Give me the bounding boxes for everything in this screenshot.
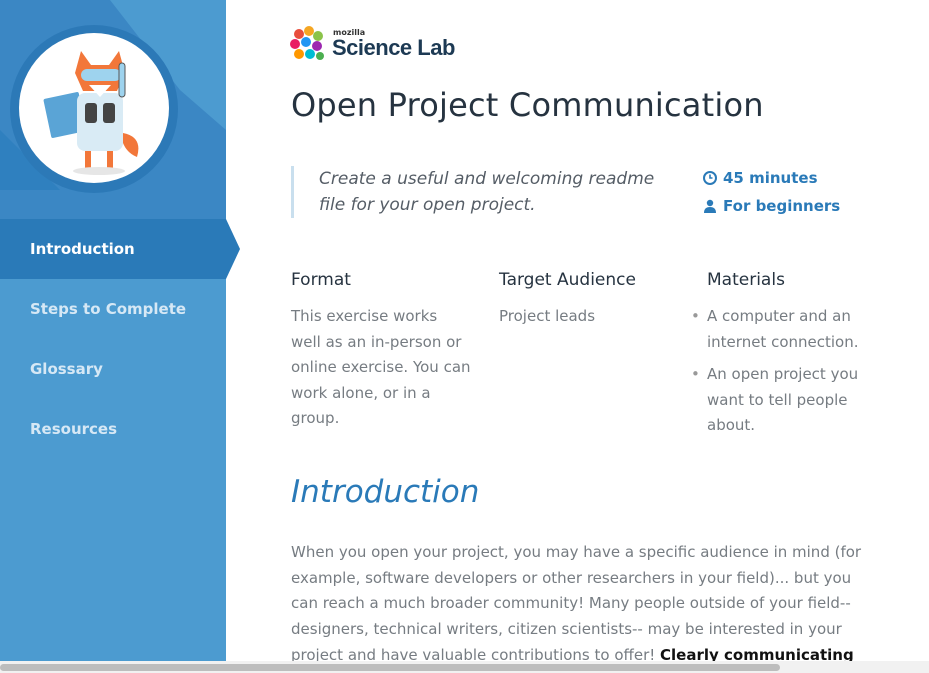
- audience-heading: Target Audience: [499, 270, 636, 290]
- horizontal-scrollbar[interactable]: [0, 661, 929, 673]
- main-content: mozilla Science Lab Open Project Communi…: [226, 0, 929, 661]
- introduction-text: When you open your project, you may have…: [291, 540, 871, 661]
- sidebar: Introduction Steps to Complete Glossary …: [0, 0, 240, 661]
- nav-item-steps-to-complete[interactable]: Steps to Complete: [0, 279, 240, 339]
- nav-item-resources[interactable]: Resources: [0, 399, 240, 459]
- user-icon: [704, 199, 716, 213]
- introduction-body: When you open your project, you may have…: [291, 543, 862, 661]
- logo-name-text: Science Lab: [332, 35, 455, 60]
- audience-body: Project leads: [499, 307, 596, 325]
- materials-column: Materials A computer and an internet con…: [691, 270, 881, 446]
- nav-item-introduction[interactable]: Introduction: [0, 219, 240, 279]
- duration-meta: 45 minutes: [703, 164, 840, 192]
- materials-heading: Materials: [707, 270, 785, 290]
- clock-icon: [703, 171, 717, 185]
- nav-item-glossary[interactable]: Glossary: [0, 339, 240, 399]
- audience-column: Target Audience Project leads: [499, 270, 679, 330]
- format-heading: Format: [291, 270, 351, 290]
- level-text: For beginners: [723, 197, 841, 215]
- scrollbar-thumb[interactable]: [0, 664, 780, 671]
- level-meta: For beginners: [703, 192, 840, 220]
- list-item: A computer and an internet connection.: [691, 304, 881, 355]
- materials-list: A computer and an internet connection. A…: [691, 304, 881, 439]
- sidebar-nav: Introduction Steps to Complete Glossary …: [0, 219, 240, 459]
- duration-text: 45 minutes: [723, 169, 818, 187]
- introduction-heading: Introduction: [291, 474, 480, 510]
- list-item: An open project you want to tell people …: [691, 362, 881, 439]
- meta-info: 45 minutes For beginners: [703, 164, 840, 220]
- science-lab-logo-mark: [290, 26, 324, 60]
- format-column: Format This exercise works well as an in…: [291, 270, 471, 432]
- science-lab-logo[interactable]: mozilla Science Lab: [287, 24, 457, 66]
- summary-quote: Create a useful and welcoming readme fil…: [291, 166, 679, 218]
- format-body: This exercise works well as an in-person…: [291, 307, 471, 427]
- introduction-bold-text: Clearly communicating: [660, 645, 854, 661]
- page-title: Open Project Communication: [291, 86, 764, 124]
- fox-scientist-illustration: [19, 33, 169, 183]
